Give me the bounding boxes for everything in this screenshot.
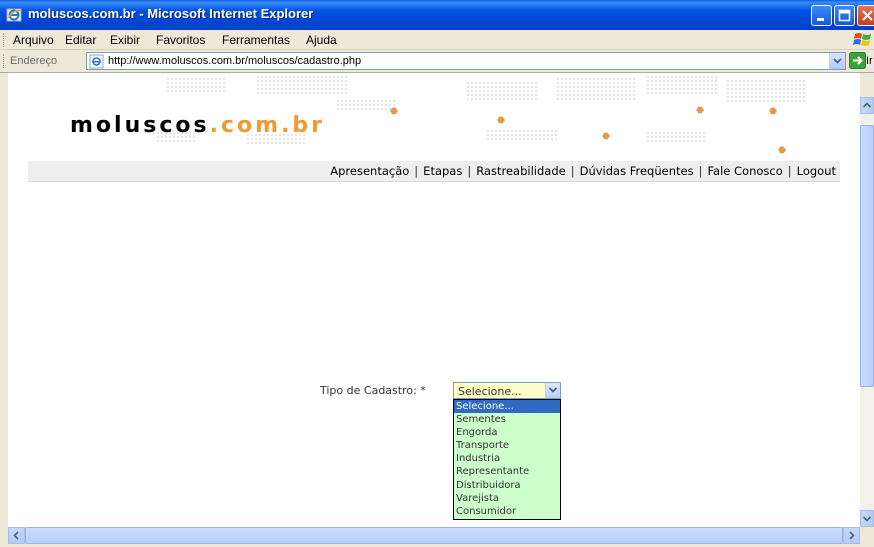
option-engorda[interactable]: Engorda [454,426,560,439]
chevron-up-icon [862,102,872,108]
url-input[interactable]: http://www.moluscos.com.br/moluscos/cada… [86,52,846,70]
map-marker [390,107,398,115]
address-label: Endereço [10,55,58,67]
minimize-button[interactable] [811,5,832,26]
menu-ferramentas[interactable]: Ferramentas [222,33,290,47]
menu-exibir[interactable]: Exibir [110,33,140,47]
chevron-down-icon [862,516,872,522]
go-button-label[interactable]: Ir [866,55,873,67]
nav-logout[interactable]: Logout [797,164,836,178]
address-dropdown-button[interactable] [829,53,845,69]
scroll-left-button[interactable] [8,527,25,544]
hscroll-thumb[interactable] [25,527,843,544]
site-nav: Apresentação | Etapas | Rastreabilidade | Dúvi… [28,161,840,182]
select-dropdown-button[interactable] [545,383,560,398]
map-marker [696,106,704,114]
nav-etapas[interactable]: Etapas [423,164,462,178]
title-bar[interactable]: moluscos.com.br - Microsoft Internet Exp… [0,0,874,30]
window-border [0,73,8,544]
menu-bar: Arquivo Editar Exibir Favoritos Ferramen… [0,30,874,50]
scroll-down-button[interactable] [860,510,874,527]
close-button[interactable] [857,5,874,26]
window-title: moluscos.com.br - Microsoft Internet Exp… [28,6,314,21]
toolbar-grip[interactable] [3,54,6,68]
menu-editar[interactable]: Editar [65,33,96,47]
map-marker [778,146,786,154]
menu-arquivo[interactable]: Arquivo [13,33,54,47]
option-representante[interactable]: Representante [454,465,560,478]
nav-apresentacao[interactable]: Apresentação [330,164,409,178]
logo-main-text: moluscos [70,113,210,138]
option-industria[interactable]: Industria [454,452,560,465]
chevron-right-icon [849,531,855,540]
vertical-scrollbar[interactable] [860,97,874,527]
option-sementes[interactable]: Sementes [454,413,560,426]
logo-domain-text: .com.br [209,113,325,138]
chevron-down-icon [833,58,842,64]
scroll-right-button[interactable] [843,527,860,544]
map-marker [497,116,505,124]
site-logo[interactable]: moluscos.com.br [70,113,325,138]
internet-explorer-icon [6,8,22,22]
tipo-cadastro-select[interactable]: Selecione... [453,382,561,399]
minimize-icon [817,18,824,21]
scroll-thumb[interactable] [860,125,874,387]
option-selecione[interactable]: Selecione... [454,400,560,414]
map-marker [769,107,777,115]
menu-ajuda[interactable]: Ajuda [306,33,337,47]
map-marker [602,132,610,140]
toolbar-grip[interactable] [3,33,6,47]
option-transporte[interactable]: Transporte [454,439,560,452]
menu-favoritos[interactable]: Favoritos [156,33,205,47]
page-content: moluscos.com.br Apresentação | Etapas | Rast… [8,73,860,527]
url-text[interactable]: http://www.moluscos.com.br/moluscos/cada… [108,55,361,67]
go-arrow-icon[interactable] [849,52,866,69]
scroll-up-button[interactable] [860,97,874,114]
option-distribuidora[interactable]: Distribuidora [454,479,560,492]
select-value: Selecione... [458,385,522,398]
chevron-down-icon [548,387,558,393]
nav-fale-conosco[interactable]: Fale Conosco [707,164,782,178]
horizontal-scrollbar[interactable] [8,527,860,544]
tipo-cadastro-label: Tipo de Cadastro: * [320,384,426,397]
option-consumidor[interactable]: Consumidor [454,505,560,518]
address-bar: Endereço http://www.moluscos.com.br/molu… [0,50,874,73]
page-icon [89,54,104,69]
close-icon [862,10,873,21]
nav-rastreabilidade[interactable]: Rastreabilidade [476,164,566,178]
maximize-icon [838,9,851,22]
chevron-left-icon [13,531,19,540]
maximize-button[interactable] [834,5,855,26]
tipo-cadastro-options: Selecione... Sementes Engorda Transporte… [453,399,561,520]
windows-flag-icon [853,33,871,46]
nav-duvidas-frequentes[interactable]: Dúvidas Freqüentes [580,164,694,178]
scroll-corner [860,527,874,544]
option-varejista[interactable]: Varejista [454,492,560,505]
